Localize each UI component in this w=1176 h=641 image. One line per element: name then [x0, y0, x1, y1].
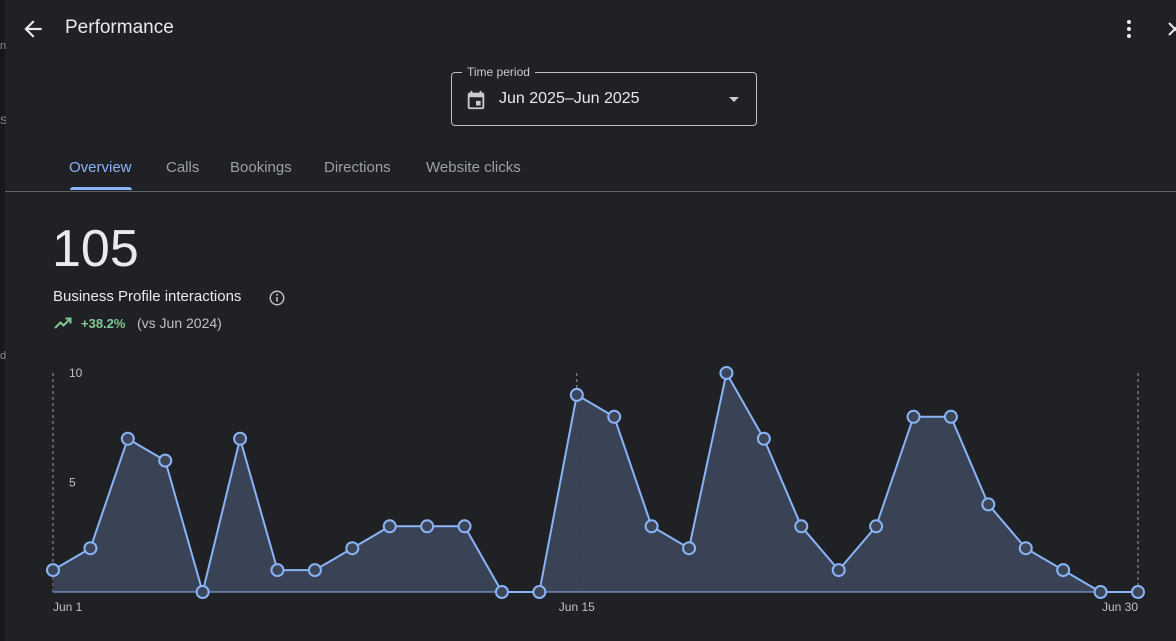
data-point: [457, 519, 472, 534]
more-vert-icon: [1127, 20, 1131, 38]
data-point: [756, 431, 771, 446]
tab-bookings[interactable]: Bookings: [230, 159, 292, 176]
data-point: [943, 409, 958, 424]
data-point: [307, 563, 322, 578]
close-icon: [1168, 22, 1176, 36]
tab-calls[interactable]: Calls: [166, 159, 199, 176]
data-point: [607, 409, 622, 424]
data-point: [233, 431, 248, 446]
time-period-select[interactable]: Time period Jun 2025–Jun 2025: [451, 65, 757, 126]
arrow-back-icon: [24, 20, 42, 38]
data-point: [158, 453, 173, 468]
close-button[interactable]: [1163, 16, 1176, 42]
back-button[interactable]: [20, 16, 46, 42]
data-point: [869, 519, 884, 534]
x-tick-label: Jun 15: [559, 600, 595, 614]
tab-directions[interactable]: Directions: [324, 159, 391, 176]
change-comparison: (vs Jun 2024): [137, 315, 222, 331]
y-tick-label: 10: [69, 366, 83, 380]
dropdown-arrow-icon: [729, 97, 739, 102]
data-point: [270, 563, 285, 578]
page-title: Performance: [65, 17, 174, 38]
tab-website-clicks[interactable]: Website clicks: [426, 159, 521, 176]
data-point: [195, 585, 210, 599]
data-point: [644, 519, 659, 534]
data-point: [1131, 585, 1145, 599]
data-point: [682, 541, 697, 556]
data-point: [906, 409, 921, 424]
data-point: [1018, 541, 1033, 556]
background-text: S: [0, 115, 6, 127]
interactions-total: 105: [52, 220, 139, 278]
metric-label: Business Profile interactions: [53, 288, 242, 305]
data-point: [569, 387, 584, 402]
data-point: [345, 541, 360, 556]
header-bar: Performance: [0, 0, 1176, 56]
x-tick-label: Jun 1: [53, 600, 83, 614]
data-point: [382, 519, 397, 534]
change-percent: +38.2%: [81, 316, 126, 331]
interactions-chart: 5 10 Jun 1 Jun 15 Jun 30: [46, 366, 1145, 614]
info-icon[interactable]: [268, 289, 286, 307]
data-point: [1056, 563, 1071, 578]
data-point: [494, 585, 509, 599]
data-point: [532, 585, 547, 599]
active-tab-indicator: [70, 187, 132, 190]
time-period-value: Jun 2025–Jun 2025: [499, 90, 640, 107]
time-period-label: Time period: [462, 65, 535, 79]
y-tick-label: 5: [69, 476, 76, 490]
trending-up-icon: [54, 317, 72, 329]
x-tick-label: Jun 30: [1102, 600, 1138, 614]
tab-bar: Overview Calls Bookings Directions Websi…: [0, 150, 1176, 192]
data-point: [719, 366, 734, 380]
data-point: [981, 497, 996, 512]
data-point: [420, 519, 435, 534]
tab-overview[interactable]: Overview: [69, 159, 132, 176]
data-point: [1093, 585, 1108, 599]
data-point: [46, 563, 60, 578]
data-point: [83, 541, 98, 556]
data-point: [831, 563, 846, 578]
calendar-icon: [467, 90, 485, 110]
data-point: [120, 431, 135, 446]
tabs-divider: [5, 191, 1176, 192]
data-point: [794, 519, 809, 534]
more-options-button[interactable]: [1117, 16, 1141, 42]
